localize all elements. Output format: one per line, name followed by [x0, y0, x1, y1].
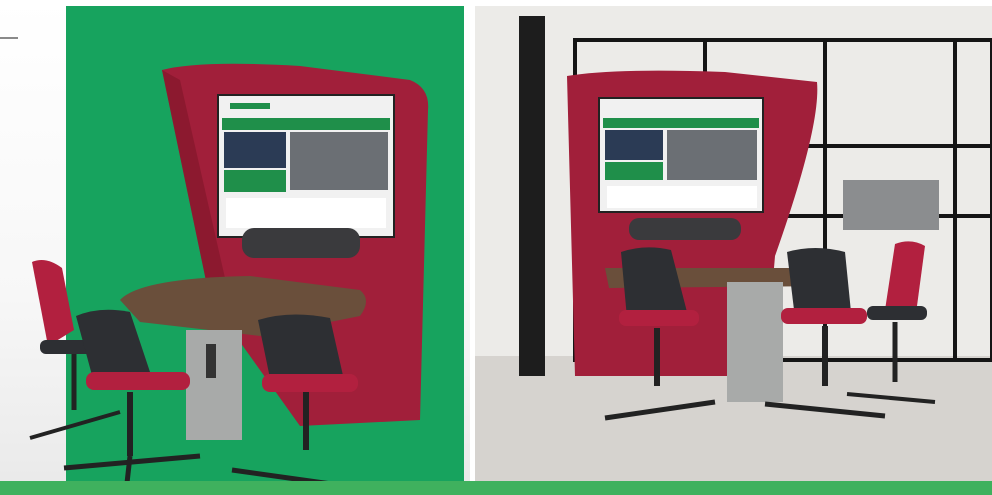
- product-photo-office: [475, 6, 992, 481]
- video-bar: [242, 228, 360, 258]
- pedestal-bracket: [206, 344, 216, 378]
- wall-monitor: [217, 94, 395, 238]
- wall-monitor: [598, 97, 764, 213]
- video-bar: [629, 218, 741, 240]
- product-photo-green-backdrop: [0, 0, 470, 495]
- background-desk-screen: [843, 180, 939, 230]
- table-pedestal: [727, 282, 783, 402]
- bottom-green-strip: [0, 481, 992, 495]
- black-column: [519, 16, 545, 376]
